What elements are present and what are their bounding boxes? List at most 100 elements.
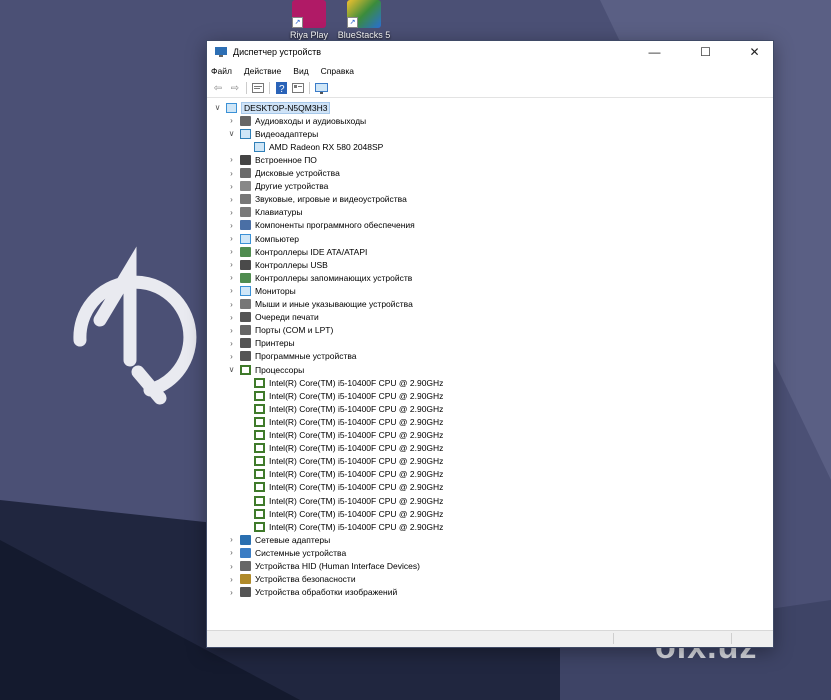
menu-action[interactable]: Действие — [244, 66, 281, 76]
maximize-button[interactable]: ☐ — [689, 41, 722, 63]
toolbar-separator — [309, 82, 310, 94]
chevron-right-icon[interactable]: › — [227, 155, 236, 164]
close-button[interactable]: ✕ — [738, 41, 771, 63]
chevron-right-icon[interactable]: › — [227, 352, 236, 361]
chevron-right-icon[interactable]: › — [227, 548, 236, 557]
tree-item-label: Устройства обработки изображений — [255, 587, 398, 598]
scan-hardware-icon[interactable] — [314, 82, 328, 95]
tree-device[interactable]: AMD Radeon RX 580 2048SP — [241, 140, 383, 153]
firmware-icon — [240, 154, 251, 165]
chevron-down-icon[interactable]: ∨ — [227, 365, 236, 374]
window-title: Диспетчер устройств — [233, 47, 321, 57]
back-icon[interactable]: ⇦ — [211, 82, 225, 95]
chevron-right-icon[interactable]: › — [227, 195, 236, 204]
tree-category[interactable]: › Контроллеры запоминающих устройств — [227, 271, 412, 284]
tree-device[interactable]: Intel(R) Core(TM) i5-10400F CPU @ 2.90GH… — [241, 494, 443, 507]
tree-category[interactable]: › Устройства безопасности — [227, 573, 356, 586]
tree-device[interactable]: Intel(R) Core(TM) i5-10400F CPU @ 2.90GH… — [241, 442, 443, 455]
chevron-right-icon[interactable]: › — [227, 182, 236, 191]
tree-category[interactable]: › Принтеры — [227, 337, 295, 350]
forward-icon[interactable]: ⇨ — [228, 82, 242, 95]
tree-category[interactable]: › Контроллеры USB — [227, 258, 328, 271]
chevron-right-icon[interactable]: › — [227, 575, 236, 584]
status-separator — [613, 633, 614, 644]
tree-category[interactable]: › Встроенное ПО — [227, 153, 317, 166]
chevron-down-icon[interactable]: ∨ — [213, 103, 222, 112]
chevron-right-icon[interactable]: › — [227, 339, 236, 348]
processor-icon — [254, 469, 265, 480]
processor-icon — [254, 377, 265, 388]
help-icon[interactable]: ? — [274, 82, 288, 95]
tree-item-label: Порты (COM и LPT) — [255, 325, 334, 336]
tree-category[interactable]: › Дисковые устройства — [227, 167, 340, 180]
tree-item-label: Intel(R) Core(TM) i5-10400F CPU @ 2.90GH… — [269, 508, 444, 519]
title-bar[interactable]: Диспетчер устройств — ☐ ✕ — [207, 41, 773, 63]
status-separator — [731, 633, 732, 644]
properties-icon[interactable] — [251, 82, 265, 95]
tree-device[interactable]: Intel(R) Core(TM) i5-10400F CPU @ 2.90GH… — [241, 455, 443, 468]
chevron-right-icon[interactable]: › — [227, 247, 236, 256]
tree-category[interactable]: › Порты (COM и LPT) — [227, 324, 333, 337]
tree-device[interactable]: Intel(R) Core(TM) i5-10400F CPU @ 2.90GH… — [241, 468, 443, 481]
tree-category[interactable]: › Компоненты программного обеспечения — [227, 219, 415, 232]
bluestacks-icon[interactable]: ↗ BlueStacks 5 — [332, 0, 396, 40]
tree-device[interactable]: Intel(R) Core(TM) i5-10400F CPU @ 2.90GH… — [241, 389, 443, 402]
chevron-right-icon[interactable]: › — [227, 535, 236, 544]
tree-category[interactable]: › Программные устройства — [227, 350, 357, 363]
tree-category[interactable]: › Компьютер — [227, 232, 299, 245]
chevron-right-icon[interactable]: › — [227, 286, 236, 295]
security-device-icon — [240, 574, 251, 585]
tree-category[interactable]: › Устройства обработки изображений — [227, 586, 397, 599]
chevron-right-icon[interactable]: › — [227, 273, 236, 282]
chevron-right-icon[interactable]: › — [227, 116, 236, 125]
tree-device[interactable]: Intel(R) Core(TM) i5-10400F CPU @ 2.90GH… — [241, 481, 443, 494]
chevron-right-icon[interactable]: › — [227, 326, 236, 335]
minimize-button[interactable]: — — [638, 41, 671, 63]
tree-item-label: Системные устройства — [255, 547, 347, 558]
keyboard-icon — [240, 207, 251, 218]
tree-device[interactable]: Intel(R) Core(TM) i5-10400F CPU @ 2.90GH… — [241, 415, 443, 428]
chevron-right-icon[interactable]: › — [227, 234, 236, 243]
tree-category[interactable]: ∨ Процессоры — [227, 363, 304, 376]
chevron-right-icon[interactable]: › — [227, 588, 236, 597]
tree-category[interactable]: › Мониторы — [227, 284, 296, 297]
tree-category[interactable]: › Сетевые адаптеры — [227, 533, 330, 546]
processor-icon — [254, 403, 265, 414]
tree-category[interactable]: › Системные устройства — [227, 546, 346, 559]
tree-item-label: Звуковые, игровые и видеоустройства — [255, 194, 407, 205]
menu-file[interactable]: Файл — [211, 66, 232, 76]
tree-category[interactable]: › Аудиовходы и аудиовыходы — [227, 114, 366, 127]
chevron-right-icon[interactable]: › — [227, 260, 236, 269]
tree-category[interactable]: › Звуковые, игровые и видеоустройства — [227, 193, 407, 206]
bluestacks-label: BlueStacks 5 — [337, 30, 391, 40]
tree-category[interactable]: › Мыши и иные указывающие устройства — [227, 298, 413, 311]
tree-item-label: Контроллеры IDE ATA/ATAPI — [255, 246, 368, 257]
tree-device[interactable]: Intel(R) Core(TM) i5-10400F CPU @ 2.90GH… — [241, 520, 443, 533]
tree-category[interactable]: › Устройства HID (Human Interface Devices… — [227, 560, 420, 573]
tree-category[interactable]: › Клавиатуры — [227, 206, 302, 219]
tree-device[interactable]: Intel(R) Core(TM) i5-10400F CPU @ 2.90GH… — [241, 376, 443, 389]
tree-device[interactable]: Intel(R) Core(TM) i5-10400F CPU @ 2.90GH… — [241, 402, 443, 415]
tree-device[interactable]: Intel(R) Core(TM) i5-10400F CPU @ 2.90GH… — [241, 507, 443, 520]
chevron-right-icon[interactable]: › — [227, 562, 236, 571]
processor-icon — [254, 482, 265, 493]
tree-category[interactable]: › Другие устройства — [227, 180, 328, 193]
chevron-right-icon[interactable]: › — [227, 208, 236, 217]
tree-device[interactable]: Intel(R) Core(TM) i5-10400F CPU @ 2.90GH… — [241, 429, 443, 442]
tree-category[interactable]: › Контроллеры IDE ATA/ATAPI — [227, 245, 367, 258]
processor-icon — [254, 508, 265, 519]
toolbar-separator — [246, 82, 247, 94]
tree-category[interactable]: › Очереди печати — [227, 311, 319, 324]
tree-category[interactable]: ∨ Видеоадаптеры — [227, 127, 318, 140]
menu-view[interactable]: Вид — [293, 66, 308, 76]
chevron-down-icon[interactable]: ∨ — [227, 129, 236, 138]
tree-root[interactable]: ∨ DESKTOP-N5QM3H3 — [213, 101, 331, 114]
tree-item-label: Intel(R) Core(TM) i5-10400F CPU @ 2.90GH… — [269, 482, 444, 493]
chevron-right-icon[interactable]: › — [227, 169, 236, 178]
menu-help[interactable]: Справка — [321, 66, 354, 76]
chevron-right-icon[interactable]: › — [227, 221, 236, 230]
chevron-right-icon[interactable]: › — [227, 300, 236, 309]
update-driver-icon[interactable] — [291, 82, 305, 95]
tree-item-label: Компоненты программного обеспечения — [255, 220, 415, 231]
chevron-right-icon[interactable]: › — [227, 313, 236, 322]
